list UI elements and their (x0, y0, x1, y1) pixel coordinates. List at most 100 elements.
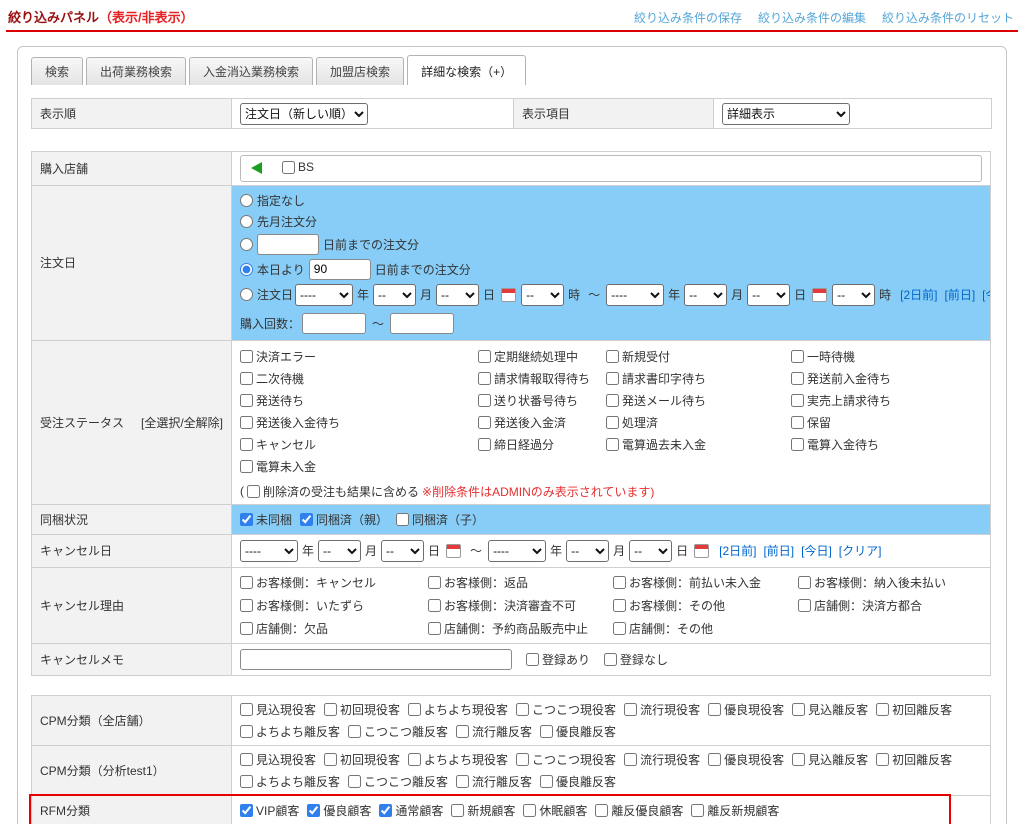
cpm-test1-option[interactable]: 優良離反客 (540, 773, 616, 790)
order-date-radio[interactable] (240, 215, 253, 228)
edit-conditions-link[interactable]: 絞り込み条件の編集 (758, 11, 866, 25)
cancel-reason-checkbox[interactable] (613, 599, 626, 612)
order-status-checkbox[interactable] (606, 416, 619, 429)
cpm-all-option[interactable]: 見込現役客 (240, 701, 316, 718)
cpm-all-checkbox[interactable] (408, 703, 421, 716)
day-select[interactable]: -- (381, 540, 424, 562)
rfm-class-option[interactable]: 離反優良顧客 (595, 802, 683, 819)
cpm-all-option[interactable]: 流行離反客 (456, 723, 532, 740)
calendar-icon[interactable] (446, 544, 461, 558)
purchase-count-from-input[interactable] (302, 313, 366, 334)
order-status-checkbox[interactable] (606, 394, 619, 407)
quick-link-yesterday[interactable]: [前日] (763, 542, 794, 559)
cpm-test1-checkbox[interactable] (240, 753, 253, 766)
cpm-test1-checkbox[interactable] (876, 753, 889, 766)
cancel-reason-checkbox[interactable] (428, 622, 441, 635)
cancel-reason-option[interactable]: お客様側：その他 (613, 597, 798, 614)
days-before-input[interactable] (309, 259, 371, 280)
order-date-radio[interactable] (240, 194, 253, 207)
cpm-all-checkbox[interactable] (876, 703, 889, 716)
rfm-class-option[interactable]: 優良顧客 (307, 802, 371, 819)
cpm-test1-option[interactable]: よちよち離反客 (240, 773, 340, 790)
cancel-reason-checkbox[interactable] (428, 576, 441, 589)
cpm-all-checkbox[interactable] (516, 703, 529, 716)
memo-registered-checkbox[interactable] (526, 653, 539, 666)
quick-link-clear[interactable]: [クリア] (839, 542, 882, 559)
month-select[interactable]: -- (373, 284, 416, 306)
cancel-memo-input[interactable] (240, 649, 512, 670)
cpm-test1-option[interactable]: こつこつ現役客 (516, 751, 616, 768)
cancel-reason-checkbox[interactable] (428, 599, 441, 612)
cpm-test1-checkbox[interactable] (708, 753, 721, 766)
order-date-mode-2[interactable]: 日前までの注文分 (240, 234, 419, 255)
store-bs-checkbox[interactable] (282, 161, 295, 174)
order-status-option[interactable]: 電算過去未入金 (606, 436, 791, 453)
include-deleted-checkbox[interactable] (247, 485, 260, 498)
rfm-class-checkbox[interactable] (595, 804, 608, 817)
order-status-checkbox[interactable] (791, 438, 804, 451)
cpm-all-checkbox[interactable] (708, 703, 721, 716)
panel-toggle-link[interactable]: （表示/非表示） (99, 10, 194, 25)
order-status-checkbox[interactable] (791, 394, 804, 407)
tab-advanced-search[interactable]: 詳細な検索（+） (407, 55, 526, 85)
cpm-test1-option[interactable]: 優良現役客 (708, 751, 784, 768)
order-status-option[interactable]: 処理済 (606, 414, 791, 431)
store-bs-option[interactable]: BS (282, 160, 314, 174)
cpm-all-option[interactable]: 初回離反客 (876, 701, 952, 718)
tab-deposit-search[interactable]: 入金消込業務検索 (189, 57, 313, 85)
cancel-reason-option[interactable]: 店舗側：その他 (613, 620, 798, 637)
order-status-checkbox[interactable] (240, 438, 253, 451)
order-status-checkbox[interactable] (478, 350, 491, 363)
rfm-class-checkbox[interactable] (523, 804, 536, 817)
include-deleted-option[interactable]: 削除済の受注も結果に含める (247, 483, 419, 500)
order-status-checkbox[interactable] (478, 438, 491, 451)
cpm-all-option[interactable]: 優良現役客 (708, 701, 784, 718)
cpm-test1-checkbox[interactable] (408, 753, 421, 766)
select-all-link[interactable]: [全選択/全解除] (141, 414, 223, 431)
order-date-radio[interactable] (240, 288, 253, 301)
bundle-status-option[interactable]: 同梱済（親） (300, 511, 388, 528)
save-conditions-link[interactable]: 絞り込み条件の保存 (634, 11, 742, 25)
cancel-reason-checkbox[interactable] (798, 576, 811, 589)
rfm-class-checkbox[interactable] (307, 804, 320, 817)
rfm-class-option[interactable]: 休眠顧客 (523, 802, 587, 819)
order-status-checkbox[interactable] (478, 372, 491, 385)
cancel-reason-option[interactable]: お客様側：納入後未払い (798, 574, 982, 591)
rfm-class-option[interactable]: 離反新規顧客 (691, 802, 779, 819)
bundle-status-option[interactable]: 同梱済（子） (396, 511, 484, 528)
rfm-class-checkbox[interactable] (240, 804, 253, 817)
quick-link-yesterday[interactable]: [前日] (945, 286, 976, 303)
order-status-option[interactable]: 保留 (791, 414, 891, 431)
order-date-mode-1[interactable]: 先月注文分 (240, 213, 317, 230)
rfm-class-option[interactable]: VIP顧客 (240, 802, 299, 819)
order-status-option[interactable]: 二次待機 (240, 370, 478, 387)
cpm-all-option[interactable]: よちよち離反客 (240, 723, 340, 740)
cancel-reason-checkbox[interactable] (240, 576, 253, 589)
cpm-all-checkbox[interactable] (624, 703, 637, 716)
cpm-test1-checkbox[interactable] (540, 775, 553, 788)
cancel-reason-checkbox[interactable] (613, 576, 626, 589)
order-status-option[interactable]: 一時待機 (791, 348, 891, 365)
order-status-checkbox[interactable] (791, 350, 804, 363)
order-date-mode-3[interactable]: 本日より日前までの注文分 (240, 259, 471, 280)
order-status-checkbox[interactable] (478, 394, 491, 407)
month-select[interactable]: -- (684, 284, 727, 306)
order-status-option[interactable]: 発送待ち (240, 392, 478, 409)
day-select[interactable]: -- (629, 540, 672, 562)
bundle-status-option[interactable]: 未同梱 (240, 511, 292, 528)
cpm-test1-option[interactable]: 初回離反客 (876, 751, 952, 768)
month-select[interactable]: -- (566, 540, 609, 562)
cpm-test1-checkbox[interactable] (348, 775, 361, 788)
cancel-reason-checkbox[interactable] (613, 622, 626, 635)
calendar-icon[interactable] (812, 288, 827, 302)
cpm-all-checkbox[interactable] (348, 725, 361, 738)
order-status-checkbox[interactable] (478, 416, 491, 429)
cancel-reason-option[interactable]: お客様側：決済審査不可 (428, 597, 613, 614)
rfm-class-checkbox[interactable] (379, 804, 392, 817)
order-status-option[interactable]: 電算入金待ち (791, 436, 891, 453)
cpm-test1-option[interactable]: 流行離反客 (456, 773, 532, 790)
cpm-test1-option[interactable]: 見込現役客 (240, 751, 316, 768)
day-select[interactable]: -- (436, 284, 479, 306)
cancel-reason-option[interactable]: お客様側：返品 (428, 574, 613, 591)
order-status-option[interactable]: 発送メール待ち (606, 392, 791, 409)
